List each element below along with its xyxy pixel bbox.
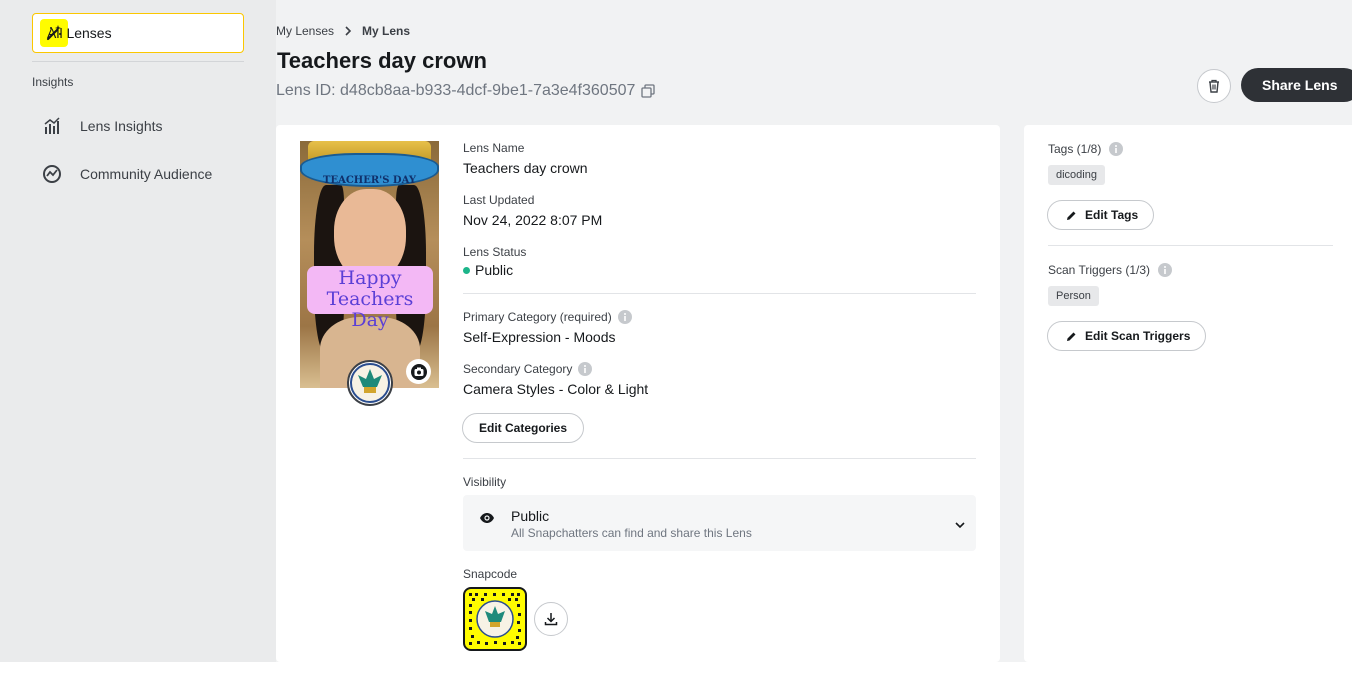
sidebar-item-label: Lens Insights <box>80 118 163 134</box>
sidebar-item-community-audience[interactable]: Community Audience <box>40 162 212 186</box>
page-title: Teachers day crown <box>277 48 487 73</box>
lens-status-label: Lens Status <box>463 245 527 259</box>
info-icon[interactable] <box>1109 142 1124 156</box>
preview-banner-text: TEACHER'S DAY <box>323 175 416 186</box>
download-icon <box>544 612 558 626</box>
status-dot <box>463 266 470 274</box>
lens-name-label: Lens Name <box>463 141 525 155</box>
camera-icon[interactable] <box>406 359 431 384</box>
edit-scan-triggers-button[interactable]: Edit Scan Triggers <box>1047 321 1206 351</box>
trend-circle-icon <box>40 162 64 186</box>
sidebar-section-insights: Insights <box>32 75 74 89</box>
primary-category-label: Primary Category (required) <box>463 310 632 324</box>
visibility-value: Public <box>511 508 550 524</box>
divider <box>463 293 976 294</box>
lens-icon-avatar <box>347 360 393 406</box>
preview-overlay-text: Happy Teachers Day <box>307 266 433 331</box>
pencil-icon <box>1066 210 1077 221</box>
copy-icon[interactable] <box>641 84 656 98</box>
snapcode-label: Snapcode <box>463 567 518 581</box>
primary-category-value: Self-Expression - Moods <box>463 329 616 345</box>
delete-lens-button[interactable] <box>1197 69 1231 103</box>
divider <box>1048 245 1333 246</box>
breadcrumb: My Lenses My Lens <box>276 24 410 38</box>
chevron-down-icon <box>954 516 966 534</box>
bar-chart-icon <box>40 114 64 138</box>
last-updated-value: Nov 24, 2022 8:07 PM <box>463 212 603 228</box>
edit-categories-button[interactable]: Edit Categories <box>462 413 584 443</box>
all-lenses-button[interactable]: All Lenses <box>32 13 244 53</box>
chevron-right-icon <box>344 26 352 36</box>
edit-tags-label: Edit Tags <box>1085 208 1139 222</box>
tags-label: Tags (1/8) <box>1048 142 1124 156</box>
sidebar: All Lenses Insights Lens Insights Commun… <box>0 0 276 662</box>
lens-preview-image: TEACHER'S DAY Happy Teachers Day <box>300 141 439 388</box>
visibility-description: All Snapchatters can find and share this… <box>511 526 752 540</box>
lens-id-text: Lens ID: d48cb8aa-b933-4dcf-9be1-7a3e4f3… <box>276 82 636 99</box>
all-lenses-label: All Lenses <box>47 25 112 41</box>
snapcode-image <box>463 587 527 651</box>
sidebar-item-label: Community Audience <box>80 166 213 182</box>
lens-status: Public <box>463 262 513 278</box>
scan-trigger-chip: Person <box>1048 286 1099 306</box>
info-icon[interactable] <box>617 310 632 324</box>
secondary-category-label: Secondary Category <box>463 362 593 376</box>
visibility-label: Visibility <box>463 475 507 489</box>
divider <box>463 458 976 459</box>
info-icon[interactable] <box>578 362 593 376</box>
scan-triggers-label: Scan Triggers (1/3) <box>1048 263 1173 277</box>
lens-name-value: Teachers day crown <box>463 160 588 176</box>
info-icon[interactable] <box>1158 263 1173 277</box>
breadcrumb-my-lens: My Lens <box>362 24 411 38</box>
edit-scan-triggers-label: Edit Scan Triggers <box>1085 329 1191 343</box>
lens-status-value: Public <box>475 262 514 278</box>
sidebar-divider <box>32 61 244 62</box>
last-updated-label: Last Updated <box>463 193 535 207</box>
eye-icon <box>479 511 495 529</box>
secondary-category-value: Camera Styles - Color & Light <box>463 381 649 397</box>
download-snapcode-button[interactable] <box>534 602 568 636</box>
sidebar-item-lens-insights[interactable]: Lens Insights <box>40 114 163 138</box>
lens-id: Lens ID: d48cb8aa-b933-4dcf-9be1-7a3e4f3… <box>276 82 656 100</box>
share-lens-button[interactable]: Share Lens <box>1241 68 1352 102</box>
trash-icon <box>1207 79 1221 93</box>
edit-tags-button[interactable]: Edit Tags <box>1047 200 1154 230</box>
tag-chip: dicoding <box>1048 165 1105 185</box>
pencil-icon <box>1066 331 1077 342</box>
visibility-select[interactable]: Public All Snapchatters can find and sha… <box>463 495 976 551</box>
page: All Lenses Insights Lens Insights Commun… <box>0 0 1352 662</box>
breadcrumb-my-lenses[interactable]: My Lenses <box>276 24 334 38</box>
